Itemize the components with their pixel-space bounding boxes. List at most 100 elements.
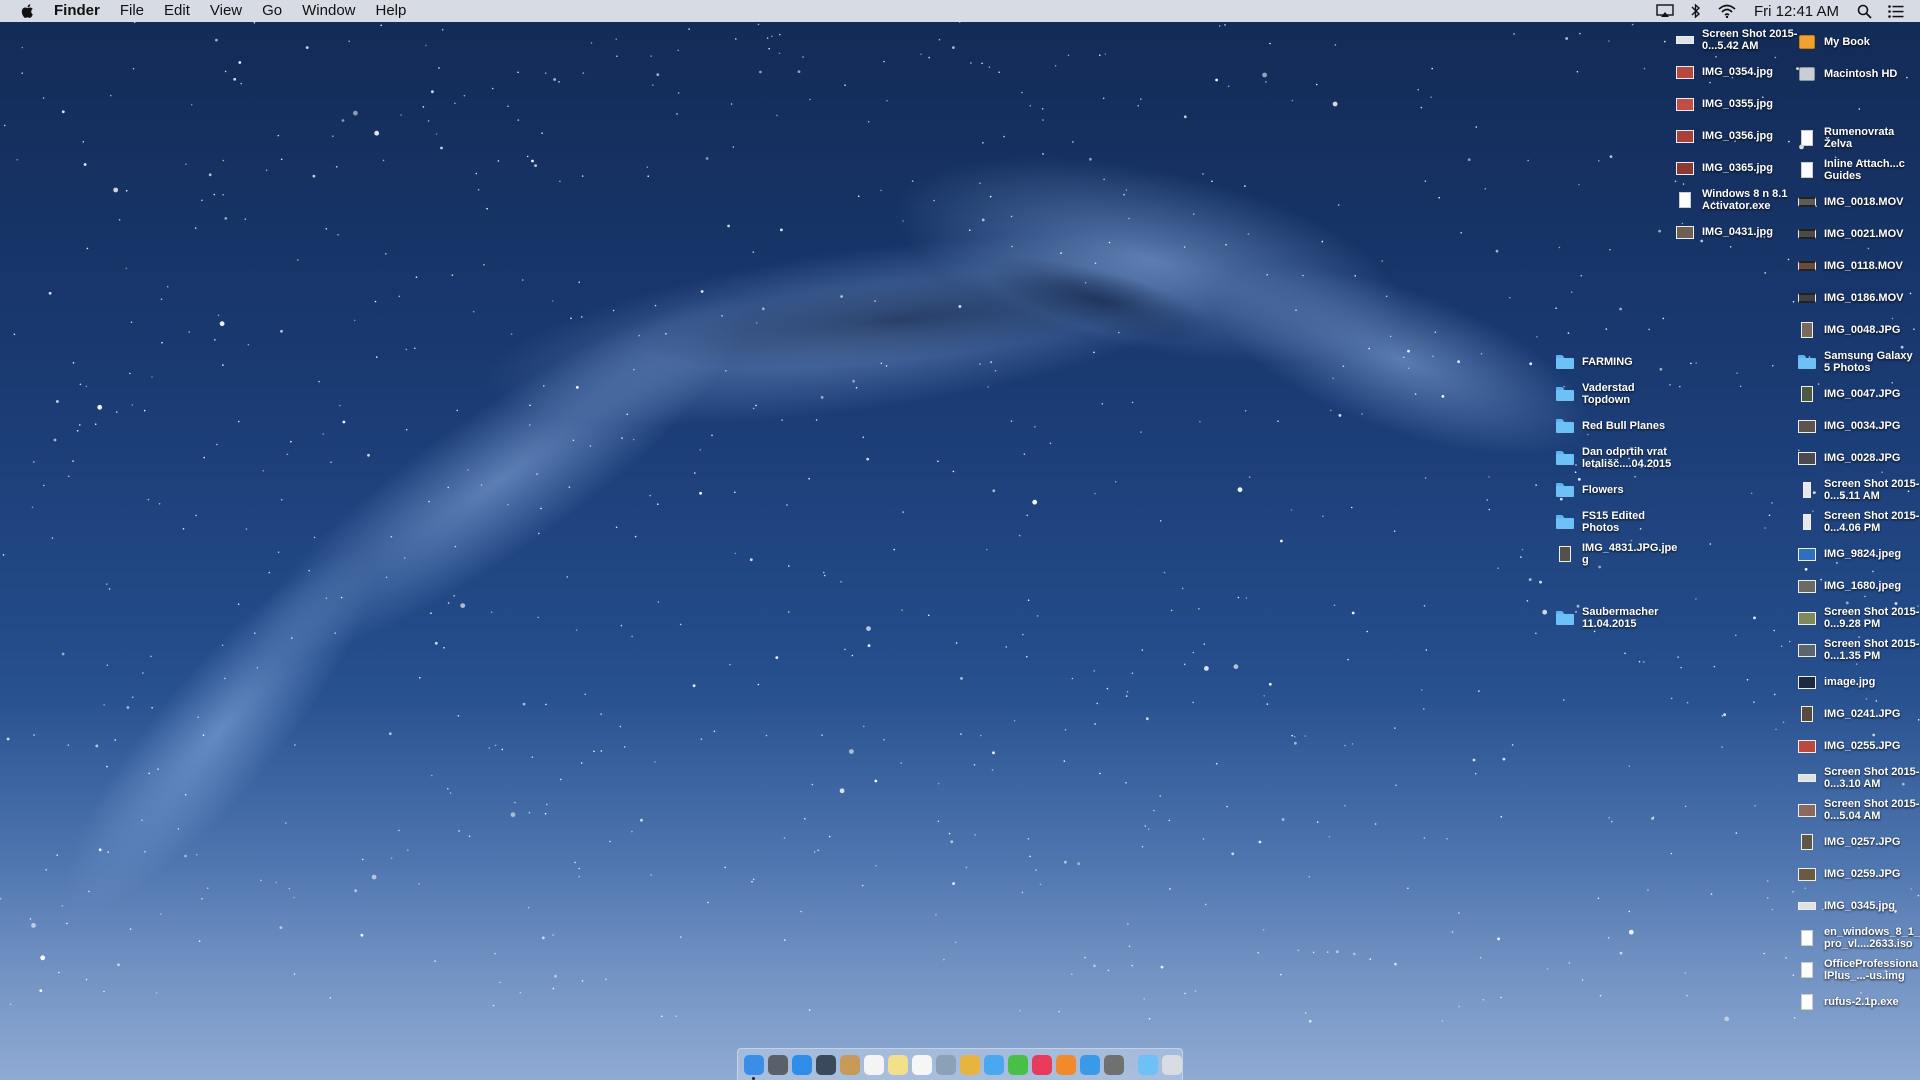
image-thumbnail-icon [1798,578,1816,594]
photo-booth-icon[interactable] [816,1054,836,1075]
desktop-item-vaderstad-topdown[interactable]: Vaderstad Topdown [1556,378,1678,410]
desktop-item-img-0118-mov[interactable]: IMG_0118.MOV [1798,250,1920,282]
system-preferences-icon[interactable] [1104,1054,1124,1075]
desktop-item-samsung-galaxy-5-photos[interactable]: Samsung Galaxy 5 Photos [1798,346,1920,378]
folder-icon [1556,386,1574,402]
downloads-folder-icon[interactable] [1138,1054,1158,1075]
app-menu-finder[interactable]: Finder [44,0,110,22]
app-store-icon[interactable] [1080,1054,1100,1075]
menu-clock[interactable]: Fri 12:41 AM [1744,3,1849,20]
desktop-item-img-0255-jpg[interactable]: IMG_0255.JPG [1798,730,1920,762]
desktop-item-saubermacher-11-04-2015[interactable]: Saubermacher 11.04.2015 [1556,602,1678,634]
preview-icon[interactable] [936,1054,956,1075]
menu-window[interactable]: Window [292,0,365,22]
menu-file[interactable]: File [110,0,154,22]
desktop-item-flowers[interactable]: Flowers [1556,474,1678,506]
desktop-item-label: IMG_0021.MOV [1824,227,1904,240]
desktop-item-img-1680-jpeg[interactable]: IMG_1680.jpeg [1798,570,1920,602]
desktop-item-img-0355-jpg[interactable]: IMG_0355.jpg [1676,88,1798,120]
image-thumbnail-icon [1798,322,1816,338]
desktop-item-img-0018-mov[interactable]: IMG_0018.MOV [1798,186,1920,218]
ibooks-icon[interactable] [1056,1054,1076,1075]
desktop-item-screen-shot-2015-0-5-11-am[interactable]: Screen Shot 2015-0...5.11 AM [1798,474,1920,506]
desktop-item-img-0241-jpg[interactable]: IMG_0241.JPG [1798,698,1920,730]
desktop-item-label: IMG_1680.jpeg [1824,579,1902,592]
messages-icon[interactable] [984,1054,1004,1075]
image-thumbnail-icon [1676,64,1694,80]
launchpad-icon[interactable] [768,1054,788,1075]
desktop-item-my-book[interactable]: My Book [1798,26,1920,58]
folder-icon [1798,354,1816,370]
calendar-icon[interactable] [864,1054,884,1075]
finder-icon[interactable] [744,1054,764,1080]
folder-icon [1556,418,1574,434]
document-icon [1798,962,1816,978]
desktop-item-img-4831-jpg-jpeg[interactable]: IMG_4831.JPG.jpeg [1556,538,1678,570]
itunes-icon[interactable] [1032,1054,1052,1075]
apple-menu-icon[interactable] [10,0,44,22]
menu-go[interactable]: Go [252,0,292,22]
trash-icon[interactable] [1162,1054,1182,1075]
desktop-item-img-0431-jpg[interactable]: IMG_0431.jpg [1676,216,1798,248]
desktop-item-label: Screen Shot 2015-0...5.42 AM [1702,27,1798,53]
desktop-item-img-0356-jpg[interactable]: IMG_0356.jpg [1676,120,1798,152]
desktop-item-en-windows-8-1-pro-vl-2633-iso[interactable]: en_windows_8_1_pro_vl....2633.iso [1798,922,1920,954]
desktop-item-screen-shot-2015-0-4-06-pm[interactable]: Screen Shot 2015-0...4.06 PM [1798,506,1920,538]
menu-help[interactable]: Help [366,0,417,22]
desktop-item-label: IMG_0356.jpg [1702,129,1773,142]
photos-icon[interactable] [960,1054,980,1075]
desktop-item-label: Screen Shot 2015-0...4.06 PM [1824,509,1920,535]
desktop-item-img-0257-jpg[interactable]: IMG_0257.JPG [1798,826,1920,858]
desktop-item-label: Screen Shot 2015-0...9.28 PM [1824,605,1920,631]
desktop-item-officeprofessionalplus-us-img[interactable]: OfficeProfessionalPlus_...-us.img [1798,954,1920,986]
desktop-item-image-jpg[interactable]: image.jpg [1798,666,1920,698]
screenshot-icon [1798,898,1816,914]
desktop-item-label: rufus-2.1p.exe [1824,995,1899,1008]
desktop-item-screen-shot-2015-0-5-04-am[interactable]: Screen Shot 2015-0...5.04 AM [1798,794,1920,826]
desktop-item-img-0047-jpg[interactable]: IMG_0047.JPG [1798,378,1920,410]
desktop-item-img-9824-jpeg[interactable]: IMG_9824.jpeg [1798,538,1920,570]
menu-edit[interactable]: Edit [154,0,200,22]
desktop-item-screen-shot-2015-0-5-42-am[interactable]: Screen Shot 2015-0...5.42 AM [1676,24,1798,56]
desktop-item-img-0345-jpg[interactable]: IMG_0345.jpg [1798,890,1920,922]
desktop-item-rumenovrata-elva[interactable]: Rumenovrata Želva [1798,122,1920,154]
desktop-item-farming[interactable]: FARMING [1556,346,1678,378]
desktop-item-screen-shot-2015-0-3-10-am[interactable]: Screen Shot 2015-0...3.10 AM [1798,762,1920,794]
menu-view[interactable]: View [200,0,252,22]
desktop-item-screen-shot-2015-0-9-28-pm[interactable]: Screen Shot 2015-0...9.28 PM [1798,602,1920,634]
desktop-item-windows-8-n-8-1-activator-exe[interactable]: Windows 8 n 8.1 Activator.exe [1676,184,1798,216]
desktop-item-label: Windows 8 n 8.1 Activator.exe [1702,187,1788,213]
desktop-item-img-0365-jpg[interactable]: IMG_0365.jpg [1676,152,1798,184]
desktop-item-img-0259-jpg[interactable]: IMG_0259.JPG [1798,858,1920,890]
airplay-icon[interactable] [1648,0,1682,22]
contacts-icon[interactable] [840,1054,860,1075]
notes-icon[interactable] [888,1054,908,1075]
desktop-item-img-0034-jpg[interactable]: IMG_0034.JPG [1798,410,1920,442]
document-icon [1676,192,1694,208]
image-thumbnail-icon [1676,96,1694,112]
desktop-item-red-bull-planes[interactable]: Red Bull Planes [1556,410,1678,442]
safari-icon[interactable] [792,1054,812,1075]
desktop-item-label: IMG_0365.jpg [1702,161,1773,174]
desktop-item-img-0048-jpg[interactable]: IMG_0048.JPG [1798,314,1920,346]
wifi-icon[interactable] [1710,0,1744,22]
facetime-icon[interactable] [1008,1054,1028,1075]
notification-center-icon[interactable] [1880,0,1920,22]
desktop-item-img-0021-mov[interactable]: IMG_0021.MOV [1798,218,1920,250]
bluetooth-icon[interactable] [1682,0,1710,22]
desktop-item-rufus-2-1p-exe[interactable]: rufus-2.1p.exe [1798,986,1920,1018]
reminders-icon[interactable] [912,1054,932,1075]
desktop-item-img-0354-jpg[interactable]: IMG_0354.jpg [1676,56,1798,88]
spotlight-icon[interactable] [1849,0,1880,22]
desktop-item-macintosh-hd[interactable]: Macintosh HD [1798,58,1920,90]
desktop-item-img-0028-jpg[interactable]: IMG_0028.JPG [1798,442,1920,474]
desktop-item-fs15-edited-photos[interactable]: FS15 Edited Photos [1556,506,1678,538]
folder-icon [1556,610,1574,626]
desktop-item-img-0186-mov[interactable]: IMG_0186.MOV [1798,282,1920,314]
image-thumbnail-icon [1798,866,1816,882]
desktop-item-inline-attach-c-guides[interactable]: Inline Attach...c Guides [1798,154,1920,186]
desktop-item-screen-shot-2015-0-1-35-pm[interactable]: Screen Shot 2015-0...1.35 PM [1798,634,1920,666]
desktop-item-label: image.jpg [1824,675,1876,688]
desktop-item-label: Vaderstad Topdown [1582,381,1635,407]
desktop-item-dan-odprtih-vrat-letali-04-2015[interactable]: Dan odprtih vrat letališč....04.2015 [1556,442,1678,474]
